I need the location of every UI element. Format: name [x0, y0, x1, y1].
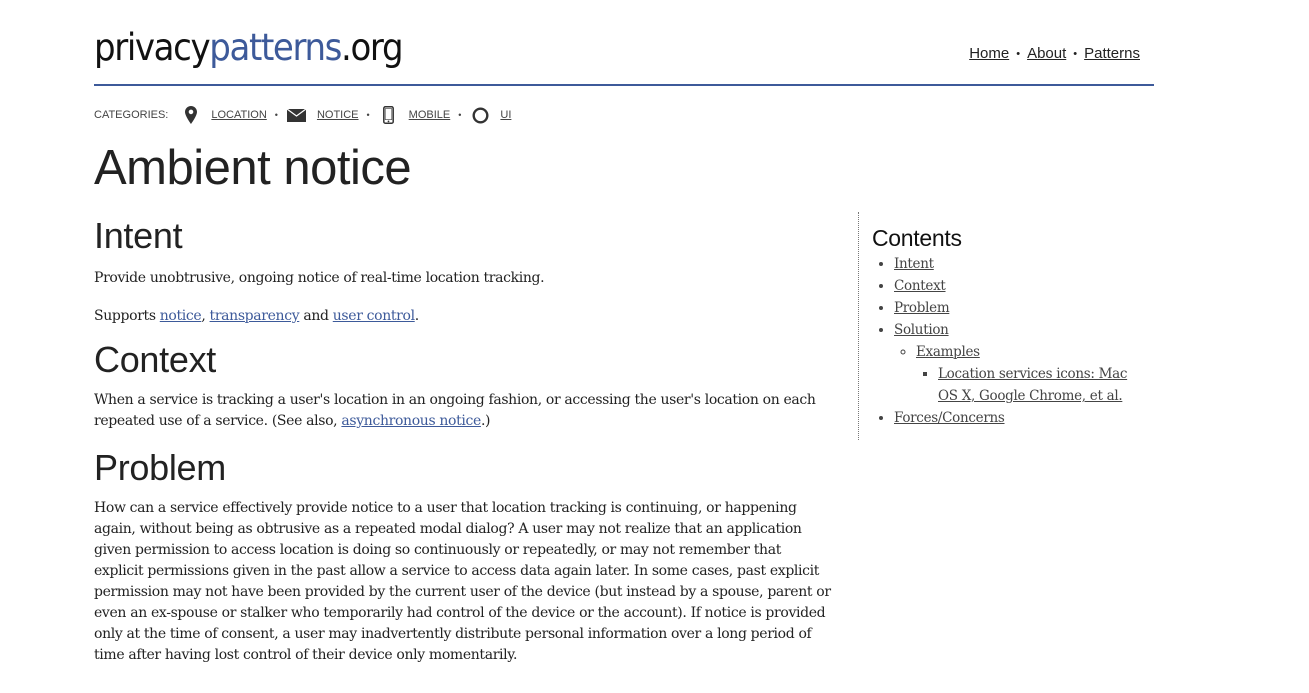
site-header: privacypatterns.org Home • About • Patterns	[94, 0, 1154, 86]
toc-item: Context	[894, 275, 1162, 297]
toc-forces-concerns-link[interactable]: Forces/Concerns	[894, 410, 1005, 426]
toc-examples-link[interactable]: Examples	[916, 344, 980, 360]
context-section: Context When a service is tracking a use…	[94, 338, 834, 432]
supports-user-control-link[interactable]: user control	[333, 308, 415, 324]
envelope-icon	[286, 105, 308, 125]
main-content: Intent Provide unobtrusive, ongoing noti…	[94, 212, 834, 666]
supports-comma: ,	[201, 308, 210, 324]
category-mobile-link[interactable]: MOBILE	[409, 109, 451, 121]
toc-item: Location services icons: Mac OS X, Googl…	[938, 363, 1138, 407]
toc-item: Examples Location services icons: Mac OS…	[916, 341, 1162, 407]
nav-home-link[interactable]: Home	[969, 45, 1009, 62]
page-container: privacypatterns.org Home • About • Patterns …	[94, 0, 1154, 663]
intent-heading: Intent	[94, 215, 183, 256]
nav-separator: •	[1016, 48, 1021, 60]
categories-bar: CATEGORIES: LOCATION • NOTICE • MOBILE •…	[94, 104, 511, 126]
logo-text-patterns: patterns	[209, 26, 342, 69]
toc-location-services-icons-link[interactable]: Location services icons: Mac OS X, Googl…	[938, 366, 1127, 404]
page-title: Ambient notice	[94, 141, 412, 195]
categories-label: CATEGORIES:	[94, 109, 169, 121]
supports-transparency-link[interactable]: transparency	[210, 308, 300, 324]
problem-text: How can a service effectively provide no…	[94, 500, 831, 663]
toc-item: Solution Examples Location services icon…	[894, 319, 1162, 407]
context-text: When a service is tracking a user's loca…	[94, 390, 834, 432]
toc-intent-link[interactable]: Intent	[894, 256, 934, 272]
category-ui-link[interactable]: UI	[500, 109, 511, 121]
problem-section: Problem How can a service effectively pr…	[94, 446, 834, 666]
toc-item: Forces/Concerns	[894, 407, 1162, 429]
context-text-after: .)	[480, 413, 491, 429]
problem-heading: Problem	[94, 447, 226, 488]
toc-item: Problem	[894, 297, 1162, 319]
top-navigation: Home • About • Patterns	[969, 45, 1140, 62]
supports-period: .	[414, 308, 419, 324]
nav-patterns-link[interactable]: Patterns	[1084, 45, 1140, 62]
toc-problem-link[interactable]: Problem	[894, 300, 950, 316]
nav-about-link[interactable]: About	[1027, 45, 1066, 62]
supports-paragraph: Supports notice, transparency and user c…	[94, 306, 834, 327]
category-separator: •	[366, 110, 370, 120]
category-notice-link[interactable]: NOTICE	[317, 109, 359, 121]
context-heading: Context	[94, 339, 216, 380]
map-pin-icon	[180, 105, 202, 125]
toc-context-link[interactable]: Context	[894, 278, 946, 294]
toc-sublist: Location services icons: Mac OS X, Googl…	[916, 363, 1162, 407]
toc-item: Intent	[894, 253, 1162, 275]
site-logo[interactable]: privacypatterns.org	[94, 26, 404, 70]
intent-text: Provide unobtrusive, ongoing notice of r…	[94, 270, 545, 286]
supports-notice-link[interactable]: notice	[160, 308, 202, 324]
intent-section: Intent Provide unobtrusive, ongoing noti…	[94, 214, 834, 327]
table-of-contents: Contents Intent Context Problem Solution…	[858, 212, 1162, 440]
category-separator: •	[274, 110, 278, 120]
supports-and: and	[299, 308, 333, 324]
asynchronous-notice-link[interactable]: asynchronous notice	[341, 413, 481, 429]
category-separator: •	[458, 110, 462, 120]
nav-separator: •	[1073, 48, 1078, 60]
toc-list: Intent Context Problem Solution Examples…	[872, 253, 1162, 429]
circle-icon	[469, 105, 491, 125]
logo-text-org: .org	[341, 26, 404, 69]
toc-solution-link[interactable]: Solution	[894, 322, 949, 338]
supports-prefix: Supports	[94, 308, 160, 324]
logo-text-privacy: privacy	[94, 26, 211, 69]
toc-sublist: Examples Location services icons: Mac OS…	[894, 341, 1162, 407]
toc-heading: Contents	[872, 225, 962, 251]
mobile-phone-icon	[378, 105, 400, 125]
category-location-link[interactable]: LOCATION	[211, 109, 266, 121]
